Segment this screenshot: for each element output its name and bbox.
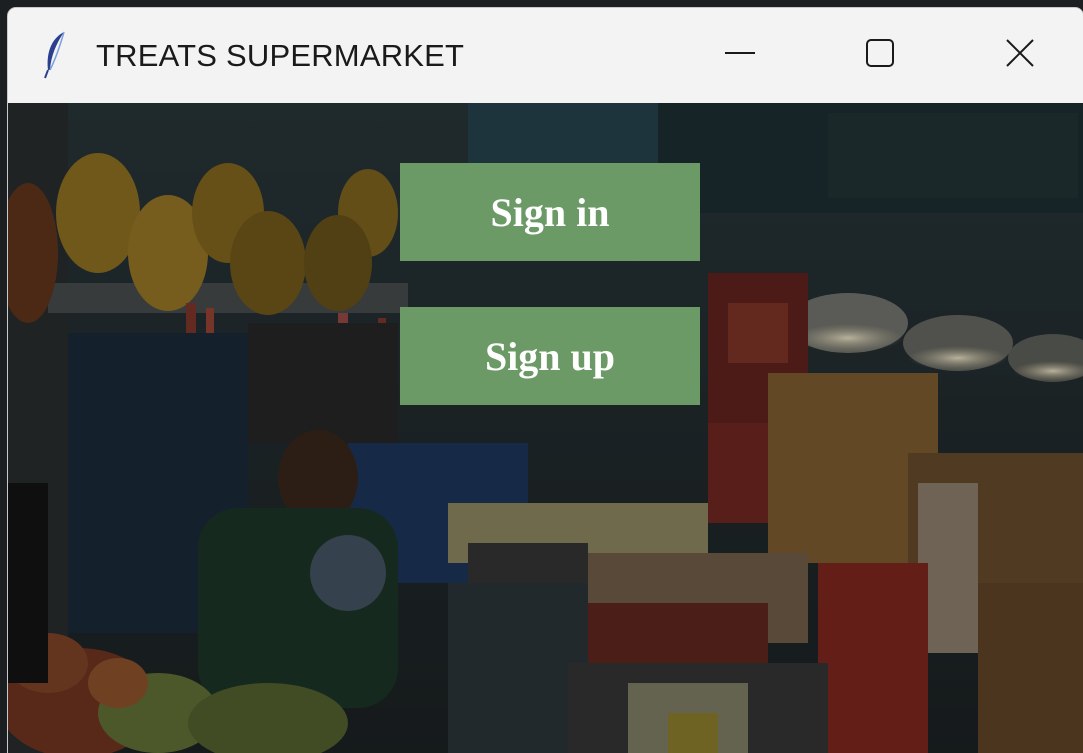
minimize-icon [723, 36, 757, 75]
feather-icon [42, 30, 68, 80]
minimize-button[interactable] [680, 8, 800, 103]
close-button[interactable] [960, 8, 1080, 103]
app-window: TREATS SUPERMARKET Sign in Sign up [8, 8, 1083, 753]
maximize-button[interactable] [820, 8, 940, 103]
close-icon [1003, 36, 1037, 75]
main-content: Sign in Sign up [8, 103, 1083, 753]
sign-in-button[interactable]: Sign in [400, 163, 700, 261]
title-bar[interactable]: TREATS SUPERMARKET [8, 8, 1083, 103]
maximize-icon [863, 36, 897, 75]
window-title: TREATS SUPERMARKET [96, 38, 465, 73]
sign-up-button[interactable]: Sign up [400, 307, 700, 405]
